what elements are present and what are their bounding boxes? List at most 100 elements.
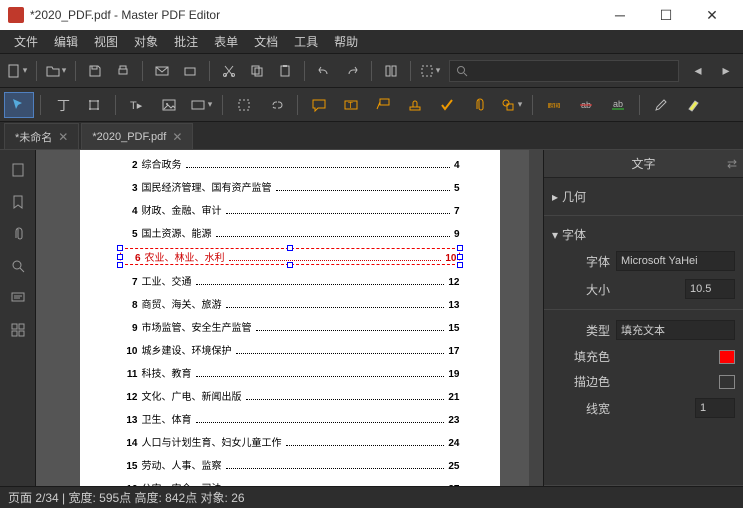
undo-button[interactable] [311, 58, 337, 84]
text-annot-tool[interactable]: T▸ [122, 92, 152, 118]
menu-帮助[interactable]: 帮助 [326, 30, 366, 53]
toc-line[interactable]: 12 文化、广电、新闻出版21 [120, 388, 460, 403]
vertical-scrollbar[interactable] [529, 150, 543, 486]
save-button[interactable] [82, 58, 108, 84]
scan-button[interactable] [177, 58, 203, 84]
toolbar-main: ▾ ▾ ▾ ◂ ▸ [0, 54, 743, 88]
edit-object-tool[interactable] [79, 92, 109, 118]
menu-编辑[interactable]: 编辑 [46, 30, 86, 53]
redo-button[interactable] [339, 58, 365, 84]
document-area[interactable]: 2 综合政务4 3 国民经济管理、国有资产监管5 4 财政、金融、审计7 5 国土资源… [36, 150, 543, 486]
svg-text:T▸: T▸ [130, 100, 143, 112]
select-tool[interactable] [4, 92, 34, 118]
menu-批注[interactable]: 批注 [166, 30, 206, 53]
check-tool[interactable] [432, 92, 462, 118]
attach-tool[interactable] [464, 92, 494, 118]
paste-button[interactable] [272, 58, 298, 84]
search-prev-button[interactable]: ◂ [685, 58, 711, 84]
image-tool[interactable] [154, 92, 184, 118]
underline-tool[interactable]: ab [603, 92, 633, 118]
toc-line[interactable]: 4 财政、金融、审计7 [120, 202, 460, 217]
fill-color-swatch[interactable] [719, 350, 735, 364]
toc-line[interactable]: 7 工业、交通12 [120, 273, 460, 288]
search-panel-button[interactable] [4, 252, 32, 280]
menu-表单[interactable]: 表单 [206, 30, 246, 53]
selection-handle[interactable] [457, 245, 463, 251]
panel-options-icon[interactable]: ⇄ [727, 157, 737, 171]
toc-line[interactable]: 16 公安、安全、司法27 [120, 480, 460, 486]
menu-文件[interactable]: 文件 [6, 30, 46, 53]
thumbnails-button[interactable] [4, 156, 32, 184]
menu-文档[interactable]: 文档 [246, 30, 286, 53]
open-button[interactable]: ▾ [43, 58, 69, 84]
strikeout-tool[interactable]: ab [571, 92, 601, 118]
print-button[interactable] [110, 58, 136, 84]
toc-line[interactable]: 11 科技、教育19 [120, 365, 460, 380]
toc-line[interactable]: 5 国土资源、能源9 [120, 225, 460, 240]
copy-button[interactable] [244, 58, 270, 84]
geometry-section[interactable]: ▸ 几何 [552, 184, 735, 209]
menu-工具[interactable]: 工具 [286, 30, 326, 53]
zoom-button[interactable]: ▾ [417, 58, 443, 84]
toc-line[interactable]: 2 综合政务4 [120, 156, 460, 171]
new-button[interactable]: ▾ [4, 58, 30, 84]
toc-line[interactable]: 9 市场监管、安全生产监管15 [120, 319, 460, 334]
stroke-color-swatch[interactable] [719, 375, 735, 389]
bookmarks-button[interactable] [4, 188, 32, 216]
toc-line[interactable]: 15 劳动、人事、监察25 [120, 457, 460, 472]
svg-text:ab: ab [550, 101, 559, 110]
selection-handle[interactable] [117, 262, 123, 268]
callout-tool[interactable] [368, 92, 398, 118]
menu-视图[interactable]: 视图 [86, 30, 126, 53]
cut-button[interactable] [216, 58, 242, 84]
selection-handle[interactable] [457, 262, 463, 268]
comments-button[interactable] [4, 284, 32, 312]
linewidth-value[interactable]: 1 [695, 398, 735, 418]
highlighter-tool[interactable] [678, 92, 708, 118]
font-section[interactable]: ▾ 字体 [552, 222, 735, 247]
selection-handle[interactable] [117, 245, 123, 251]
pencil-tool[interactable] [646, 92, 676, 118]
tab[interactable]: *未命名 ✕ [4, 123, 79, 149]
type-value[interactable]: 填充文本 [616, 320, 735, 340]
note-tool[interactable] [304, 92, 334, 118]
size-value[interactable]: 10.5 [685, 279, 735, 299]
toc-line[interactable]: 8 商贸、海关、旅游13 [120, 296, 460, 311]
maximize-button[interactable]: ☐ [643, 0, 689, 30]
search-next-button[interactable]: ▸ [713, 58, 739, 84]
form-tool[interactable]: ▾ [186, 92, 216, 118]
select-area-tool[interactable] [229, 92, 259, 118]
textbox-tool[interactable]: T [336, 92, 366, 118]
panel-title: 文字 [631, 155, 655, 172]
toc-line[interactable]: 3 国民经济管理、国有资产监管5 [120, 179, 460, 194]
shapes-tool[interactable]: ▾ [496, 92, 526, 118]
toc-line[interactable]: 6 农业、林业、水利10 [120, 248, 460, 265]
search-input[interactable] [449, 60, 679, 82]
menu-对象[interactable]: 对象 [126, 30, 166, 53]
selection-handle[interactable] [117, 254, 123, 260]
tab-close-icon[interactable]: ✕ [58, 130, 68, 144]
minimize-button[interactable]: ─ [597, 0, 643, 30]
stamp-tool[interactable] [400, 92, 430, 118]
window-title: *2020_PDF.pdf - Master PDF Editor [30, 8, 220, 22]
font-value[interactable]: Microsoft YaHei [616, 251, 735, 271]
toc-line[interactable]: 14 人口与计划生育、妇女儿童工作24 [120, 434, 460, 449]
tab[interactable]: *2020_PDF.pdf✕ [81, 123, 193, 149]
tab-close-icon[interactable]: ✕ [172, 130, 182, 144]
selection-handle[interactable] [457, 254, 463, 260]
toc-line[interactable]: 13 卫生、体育23 [120, 411, 460, 426]
tab-label: *未命名 [15, 129, 52, 145]
email-button[interactable] [149, 58, 175, 84]
close-button[interactable]: ✕ [689, 0, 735, 30]
signatures-button[interactable] [4, 316, 32, 344]
attachments-button[interactable] [4, 220, 32, 248]
toc-line[interactable]: 10 城乡建设、环境保护17 [120, 342, 460, 357]
link-tool[interactable] [261, 92, 291, 118]
highlight-tool[interactable]: ab [539, 92, 569, 118]
pdf-page[interactable]: 2 综合政务4 3 国民经济管理、国有资产监管5 4 财政、金融、审计7 5 国土资源… [80, 150, 500, 486]
fill-label: 填充色 [568, 348, 610, 365]
selection-handle[interactable] [287, 245, 293, 251]
selection-handle[interactable] [287, 262, 293, 268]
text-tool[interactable]: 丁 [47, 92, 77, 118]
page-layout-button[interactable] [378, 58, 404, 84]
